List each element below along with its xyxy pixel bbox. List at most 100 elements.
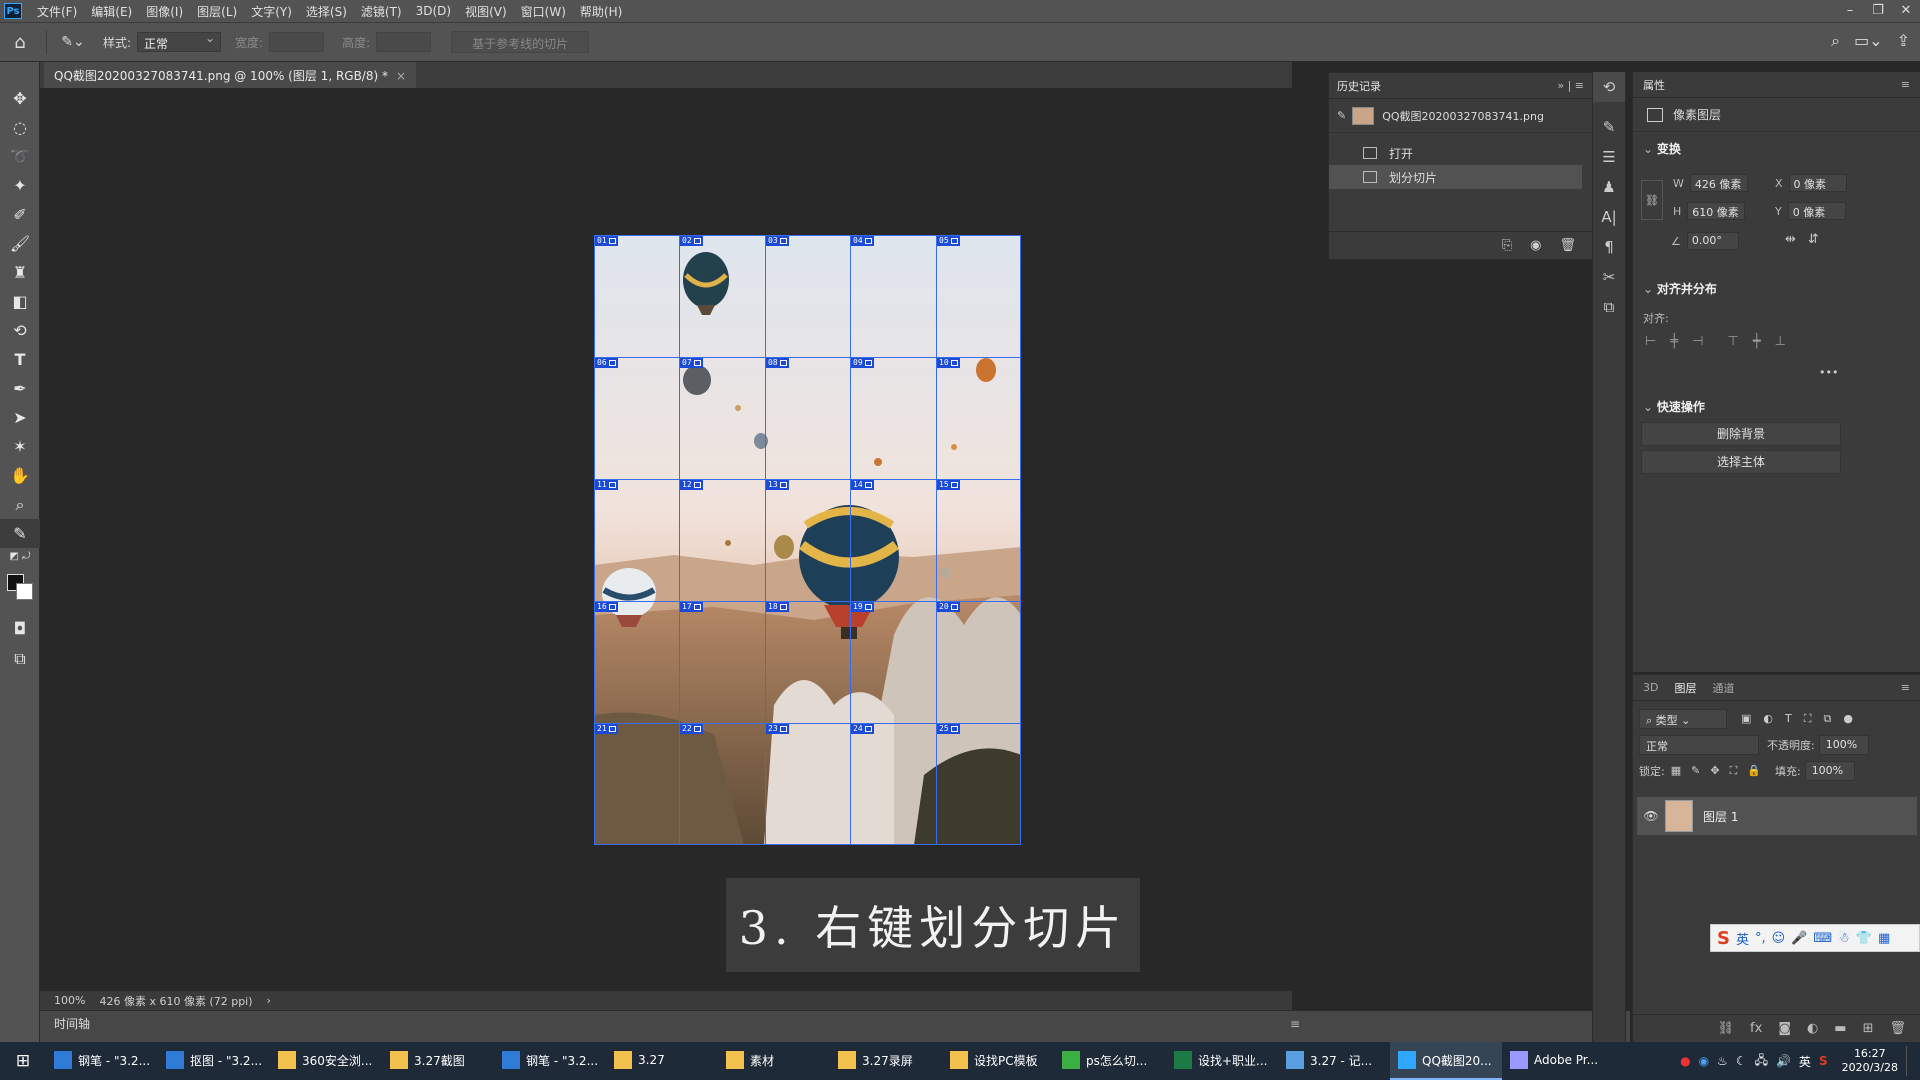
panel-collapse-icon[interactable]: » | ≡	[1557, 79, 1584, 92]
sliced-image[interactable]: 01 02 03 04 05 06 07 08 09 10 11 12 13 14 15 16 17 18 19 20…	[594, 235, 1021, 845]
history-brush-source-icon[interactable]: ✎	[1337, 109, 1346, 122]
tray-app-icon[interactable]: ♨	[1717, 1054, 1728, 1068]
slices-from-guides-button[interactable]: 基于参考线的切片	[451, 31, 590, 53]
x-value[interactable]: 0 像素	[1788, 174, 1847, 192]
slice-number-tag[interactable]: 17	[680, 602, 703, 612]
align-top-icon[interactable]: ⊤	[1727, 334, 1738, 349]
taskbar-item[interactable]: QQ截图20...	[1390, 1042, 1502, 1080]
home-icon[interactable]: ⌂	[0, 32, 40, 53]
path-selection-tool-icon[interactable]: ➤	[0, 403, 40, 432]
clock[interactable]: 16:27 2020/3/28	[1842, 1047, 1898, 1075]
panel-menu-icon[interactable]: ≡	[1901, 681, 1910, 694]
timeline-menu-icon[interactable]: ≡	[1290, 1017, 1300, 1031]
slice-number-tag[interactable]: 04	[851, 236, 874, 246]
filter-smart-object-icon[interactable]: ⧉	[1823, 712, 1831, 726]
new-group-icon[interactable]: ▬	[1834, 1021, 1846, 1036]
slice-number-tag[interactable]: 07	[680, 358, 703, 368]
history-panel-icon[interactable]: ⟲	[1593, 72, 1625, 102]
slice-number-tag[interactable]: 24	[851, 724, 874, 734]
layer-row[interactable]: 👁 图层 1	[1637, 797, 1917, 835]
close-tab-icon[interactable]: ×	[396, 69, 406, 83]
menu-edit[interactable]: 编辑(E)	[84, 3, 139, 20]
document-tab[interactable]: QQ截图20200327083741.png @ 100% (图层 1, RGB…	[44, 62, 417, 88]
tab-channels[interactable]: 通道	[1712, 680, 1734, 696]
lock-artboard-icon[interactable]: ⛶	[1730, 764, 1738, 778]
flip-vertical-icon[interactable]: ⇵	[1808, 232, 1819, 247]
skin-icon[interactable]: 👕	[1856, 931, 1872, 946]
slice-tool-preset-icon[interactable]: ✎⌄	[53, 34, 93, 50]
taskbar-item[interactable]: 设找+职业...	[1166, 1042, 1278, 1080]
record-icon[interactable]: ●	[1680, 1054, 1690, 1068]
slice-number-tag[interactable]: 14	[851, 480, 874, 490]
lock-pixels-icon[interactable]: ✎	[1691, 764, 1700, 778]
stamp-tool-icon[interactable]: ♜	[0, 258, 40, 287]
slice-number-tag[interactable]: 21	[595, 724, 618, 734]
eraser-tool-icon[interactable]: ◧	[0, 287, 40, 316]
align-left-icon[interactable]: ⊢	[1645, 334, 1656, 349]
type-tool-icon[interactable]: T	[0, 345, 40, 374]
emoji-icon[interactable]: ☺	[1772, 931, 1786, 946]
volume-icon[interactable]: 🔊	[1776, 1054, 1791, 1068]
taskbar-item[interactable]: 3.27录屏	[830, 1042, 942, 1080]
slice-number-tag[interactable]: 19	[851, 602, 874, 612]
menu-3d[interactable]: 3D(D)	[409, 4, 458, 18]
more-options-icon[interactable]: •••	[1819, 366, 1838, 379]
taskbar-item[interactable]: 设找PC模板	[942, 1042, 1054, 1080]
status-arrow-icon[interactable]: ›	[267, 994, 271, 1007]
filter-adjustment-icon[interactable]: ◐	[1763, 712, 1773, 726]
layer-name[interactable]: 图层 1	[1703, 808, 1738, 825]
sogou-tray-icon[interactable]: S	[1819, 1054, 1828, 1068]
slice-number-tag[interactable]: 02	[680, 236, 703, 246]
new-document-from-state-icon[interactable]: ⎘	[1502, 238, 1512, 253]
properties-title[interactable]: 属性	[1643, 77, 1665, 93]
slice-number-tag[interactable]: 18	[766, 602, 789, 612]
close-window-button[interactable]: ✕	[1892, 0, 1920, 22]
menu-file[interactable]: 文件(F)	[30, 3, 84, 20]
user-icon[interactable]: ☃	[1838, 931, 1850, 946]
slice-number-tag[interactable]: 13	[766, 480, 789, 490]
taskbar-item[interactable]: 3.27	[606, 1042, 718, 1080]
h-value[interactable]: 610 像素	[1687, 202, 1746, 220]
adjustments-icon[interactable]: ☰	[1593, 142, 1625, 172]
history-brush-tool-icon[interactable]: ⟲	[0, 316, 40, 345]
slice-number-tag[interactable]: 20	[937, 602, 960, 612]
clone-source-icon[interactable]: ♟	[1593, 172, 1625, 202]
taskbar-item[interactable]: ps怎么切...	[1054, 1042, 1166, 1080]
taskbar-item[interactable]: Adobe Pr...	[1502, 1042, 1614, 1080]
marquee-tool-icon[interactable]: ◌	[0, 113, 40, 142]
style-select[interactable]: 正常	[137, 31, 222, 52]
new-layer-icon[interactable]: ⊞	[1863, 1021, 1874, 1036]
fx-icon[interactable]: fx	[1750, 1021, 1762, 1036]
lock-transparency-icon[interactable]: ▦	[1671, 764, 1681, 778]
tray-bell-icon[interactable]: ☾	[1736, 1054, 1747, 1068]
taskbar-item[interactable]: 素材	[718, 1042, 830, 1080]
history-snapshot[interactable]: ✎ QQ截图20200327083741.png	[1329, 99, 1592, 133]
layer-kind-filter[interactable]: ⌕ 类型 ⌄	[1639, 709, 1727, 729]
trash-icon[interactable]: 🗑	[1559, 238, 1576, 253]
menu-image[interactable]: 图像(I)	[139, 3, 190, 20]
menu-view[interactable]: 视图(V)	[458, 3, 514, 20]
background-color-swatch[interactable]	[16, 583, 33, 600]
shape-tool-icon[interactable]: ✶	[0, 432, 40, 461]
hand-tool-icon[interactable]: ✋	[0, 461, 40, 490]
slice-number-tag[interactable]: 15	[937, 480, 960, 490]
microphone-icon[interactable]: 🎤	[1791, 931, 1807, 946]
slice-number-tag[interactable]: 10	[937, 358, 960, 368]
ime-language[interactable]: 英	[1736, 929, 1749, 948]
add-mask-icon[interactable]: ◙	[1778, 1021, 1791, 1036]
align-vcenter-icon[interactable]: ┿	[1753, 334, 1761, 349]
height-input[interactable]	[376, 32, 432, 52]
y-value[interactable]: 0 像素	[1787, 202, 1846, 220]
slice-number-tag[interactable]: 08	[766, 358, 789, 368]
history-step-open[interactable]: 打开	[1329, 141, 1592, 165]
filter-type-icon[interactable]: T	[1785, 712, 1792, 726]
tool-presets-icon[interactable]: ✂	[1593, 262, 1625, 292]
timeline-tab[interactable]: 时间轴	[54, 1015, 90, 1032]
zoom-level[interactable]: 100%	[54, 994, 85, 1007]
lasso-tool-icon[interactable]: ➰	[0, 142, 40, 171]
windows-start-icon[interactable]: ⊞	[0, 1051, 46, 1071]
taskbar-item[interactable]: 3.27 - 记...	[1278, 1042, 1390, 1080]
share-icon[interactable]: ⇪	[1897, 31, 1910, 51]
magic-wand-tool-icon[interactable]: ✦	[0, 171, 40, 200]
libraries-icon[interactable]: ⧉	[1593, 292, 1625, 322]
